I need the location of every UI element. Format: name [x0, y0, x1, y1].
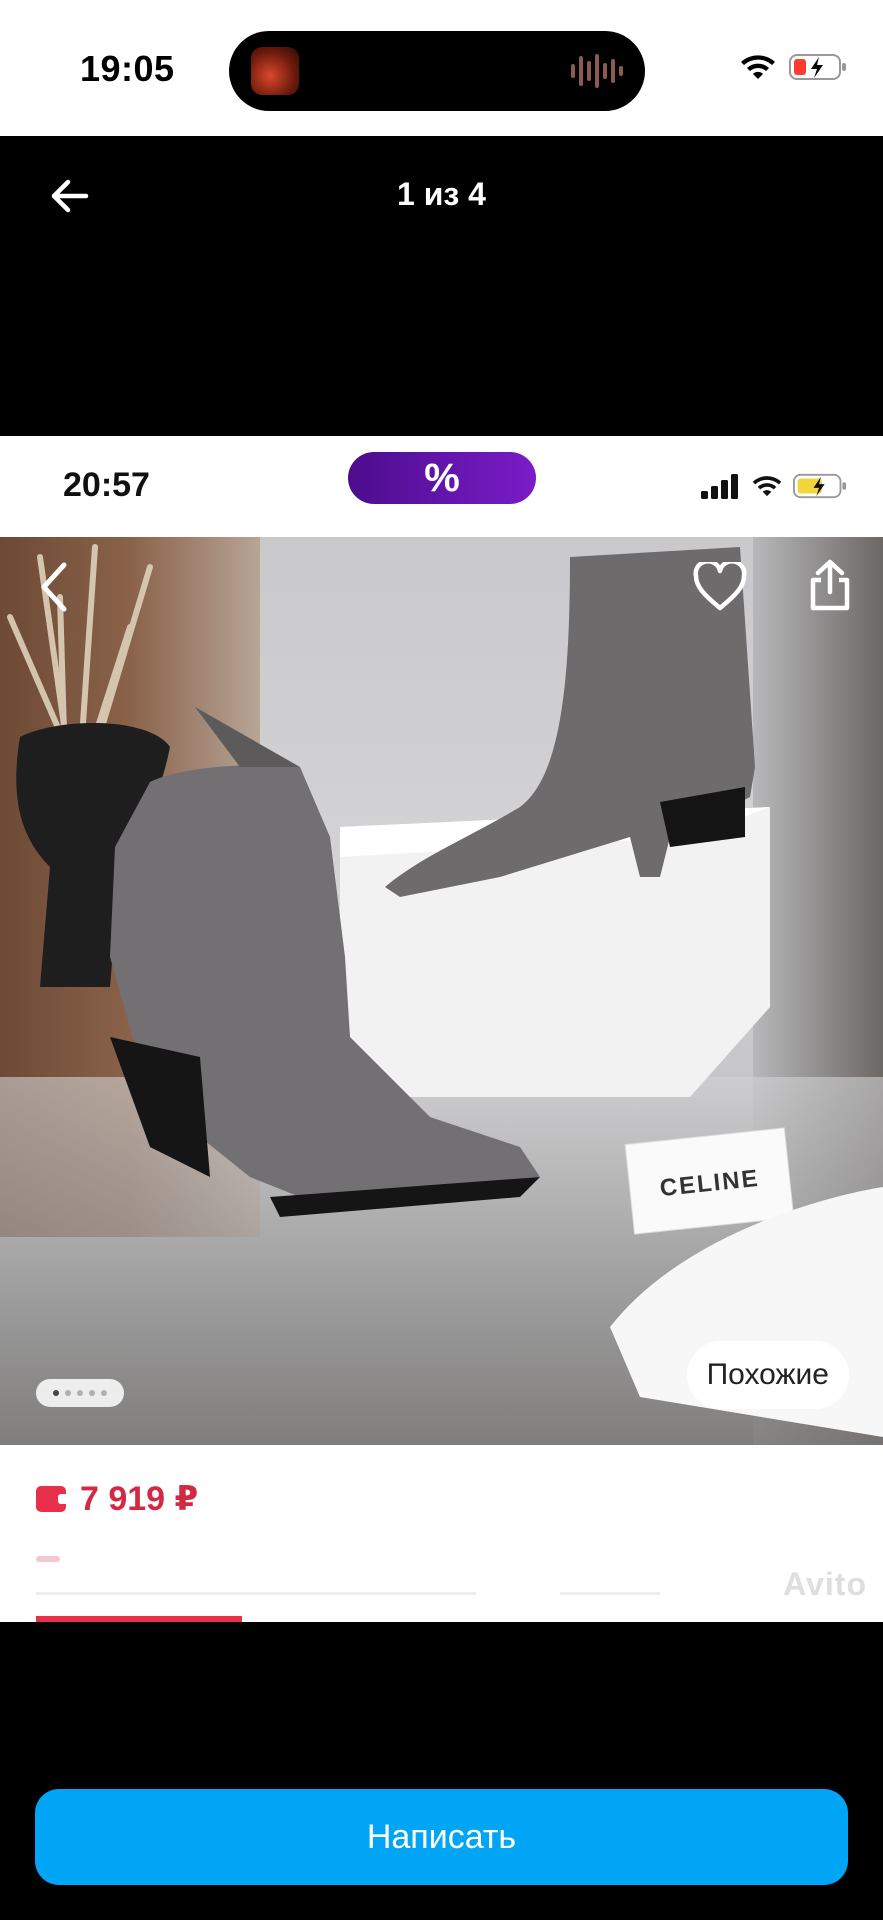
attached-screenshot[interactable]: 20:57 % CELINE Похожие 7 919 ₽ Avito	[0, 436, 883, 1622]
viewer-header: 1 из 4	[0, 136, 883, 436]
similar-button[interactable]: Похожие	[686, 1341, 849, 1409]
inner-status-bar: 20:57 %	[0, 436, 883, 537]
status-bar: 19:05	[0, 0, 883, 136]
inner-status-icons	[701, 472, 847, 500]
wallet-icon	[36, 1486, 68, 1512]
favorite-button[interactable]	[690, 557, 750, 617]
status-icons	[739, 52, 847, 82]
share-icon	[810, 559, 850, 611]
inner-battery-charging-icon	[793, 473, 847, 499]
dynamic-island	[229, 31, 645, 111]
avito-watermark: Avito	[783, 1566, 867, 1602]
inner-wifi-icon	[752, 476, 782, 497]
photo-back-button[interactable]	[24, 557, 84, 617]
gallery-dots	[36, 1379, 124, 1407]
price: 7 919 ₽	[80, 1480, 199, 1518]
image-counter: 1 из 4	[397, 176, 486, 212]
chevron-left-icon	[41, 562, 67, 612]
product-scene: CELINE	[7, 544, 883, 1437]
cellular-signal-icon	[701, 474, 738, 499]
promo-strip	[36, 1616, 242, 1622]
faded-details	[36, 1556, 660, 1595]
price-row: 7 919 ₽	[36, 1479, 198, 1519]
inner-status-time: 20:57	[63, 466, 150, 504]
status-time: 19:05	[80, 48, 175, 89]
share-button[interactable]	[800, 555, 860, 615]
promo-badge: %	[348, 452, 536, 504]
heart-icon	[693, 562, 747, 611]
battery-charging-icon	[789, 54, 846, 80]
celine-card: CELINE	[624, 1127, 795, 1235]
product-photo[interactable]: CELINE Похожие	[0, 537, 883, 1445]
audio-wave-icon	[571, 53, 623, 89]
wifi-icon	[741, 55, 775, 79]
now-playing-app-icon	[251, 47, 299, 95]
write-message-button[interactable]: Написать	[35, 1789, 848, 1885]
